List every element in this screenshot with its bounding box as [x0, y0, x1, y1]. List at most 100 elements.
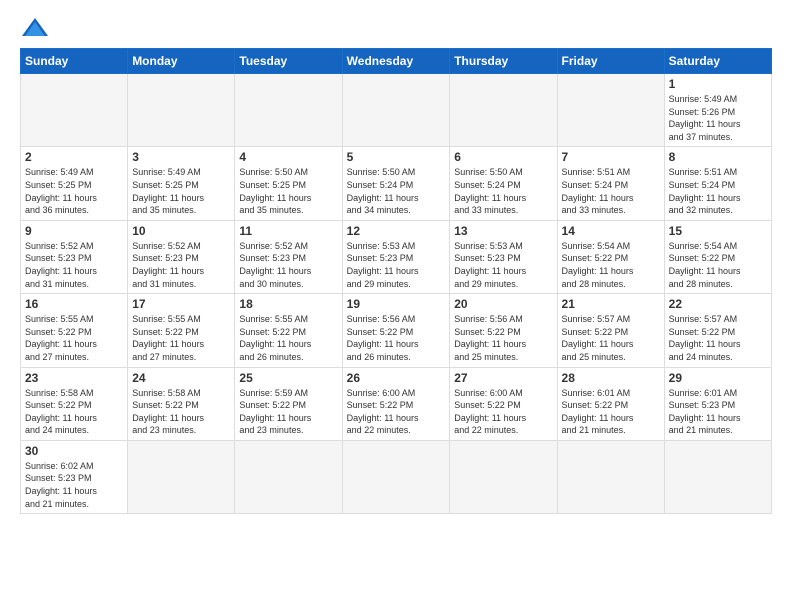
day-cell: 23Sunrise: 5:58 AM Sunset: 5:22 PM Dayli…: [21, 367, 128, 440]
day-info: Sunrise: 5:53 AM Sunset: 5:23 PM Dayligh…: [454, 240, 552, 290]
day-info: Sunrise: 5:49 AM Sunset: 5:25 PM Dayligh…: [132, 166, 230, 216]
day-cell: 16 Sunrise: 5:55 AM Sunset: 5:22 PM Dayli…: [21, 294, 128, 367]
day-number: 11: [239, 224, 337, 238]
day-info: Sunrise: 5:56 AM Sunset: 5:22 PM Dayligh…: [454, 313, 552, 363]
week-row-0: 1 Sunrise: 5:49 AM Sunset: 5:26 PM Daylig…: [21, 74, 772, 147]
day-info: Sunrise: 5:54 AM Sunset: 5:22 PM Dayligh…: [562, 240, 660, 290]
day-number: 5: [347, 150, 446, 164]
day-info: Sunrise: 5:58 AM Sunset: 5:22 PM Dayligh…: [25, 387, 123, 437]
week-row-3: 16 Sunrise: 5:55 AM Sunset: 5:22 PM Dayli…: [21, 294, 772, 367]
day-number: 26: [347, 371, 446, 385]
day-info: Sunrise: 6:01 AM Sunset: 5:22 PM Dayligh…: [562, 387, 660, 437]
day-cell: 9Sunrise: 5:52 AM Sunset: 5:23 PM Daylig…: [21, 220, 128, 293]
day-cell: 25Sunrise: 5:59 AM Sunset: 5:22 PM Dayli…: [235, 367, 342, 440]
week-row-5: 30 Sunrise: 6:02 AM Sunset: 5:23 PM Dayli…: [21, 440, 772, 513]
day-number: 24: [132, 371, 230, 385]
day-number: 6: [454, 150, 552, 164]
day-cell: 5 Sunrise: 5:50 AM Sunset: 5:24 PM Daylig…: [342, 147, 450, 220]
day-cell: 26 Sunrise: 6:00 AM Sunset: 5:22 PM Dayli…: [342, 367, 450, 440]
week-row-1: 2 Sunrise: 5:49 AM Sunset: 5:25 PM Daylig…: [21, 147, 772, 220]
header: [20, 16, 772, 40]
day-number: 7: [562, 150, 660, 164]
logo: [20, 16, 54, 40]
day-info: Sunrise: 5:51 AM Sunset: 5:24 PM Dayligh…: [562, 166, 660, 216]
day-cell: 28Sunrise: 6:01 AM Sunset: 5:22 PM Dayli…: [557, 367, 664, 440]
day-cell: 4 Sunrise: 5:50 AM Sunset: 5:25 PM Daylig…: [235, 147, 342, 220]
day-cell: 6 Sunrise: 5:50 AM Sunset: 5:24 PM Daylig…: [450, 147, 557, 220]
day-info: Sunrise: 5:50 AM Sunset: 5:25 PM Dayligh…: [239, 166, 337, 216]
day-cell: 18 Sunrise: 5:55 AM Sunset: 5:22 PM Dayli…: [235, 294, 342, 367]
day-cell: 22 Sunrise: 5:57 AM Sunset: 5:22 PM Dayli…: [664, 294, 771, 367]
day-info: Sunrise: 5:59 AM Sunset: 5:22 PM Dayligh…: [239, 387, 337, 437]
day-cell: 17 Sunrise: 5:55 AM Sunset: 5:22 PM Dayli…: [128, 294, 235, 367]
day-cell: [128, 74, 235, 147]
day-cell: 13 Sunrise: 5:53 AM Sunset: 5:23 PM Dayli…: [450, 220, 557, 293]
day-number: 4: [239, 150, 337, 164]
day-cell: [235, 74, 342, 147]
day-cell: 24 Sunrise: 5:58 AM Sunset: 5:22 PM Dayli…: [128, 367, 235, 440]
day-number: 20: [454, 297, 552, 311]
day-info: Sunrise: 5:54 AM Sunset: 5:22 PM Dayligh…: [669, 240, 767, 290]
day-header-wednesday: Wednesday: [342, 49, 450, 74]
day-info: Sunrise: 5:55 AM Sunset: 5:22 PM Dayligh…: [132, 313, 230, 363]
day-cell: 11 Sunrise: 5:52 AM Sunset: 5:23 PM Dayli…: [235, 220, 342, 293]
day-info: Sunrise: 5:52 AM Sunset: 5:23 PM Dayligh…: [132, 240, 230, 290]
day-info: Sunrise: 5:55 AM Sunset: 5:22 PM Dayligh…: [25, 313, 123, 363]
day-info: Sunrise: 6:00 AM Sunset: 5:22 PM Dayligh…: [347, 387, 446, 437]
day-cell: 3Sunrise: 5:49 AM Sunset: 5:25 PM Daylig…: [128, 147, 235, 220]
day-info: Sunrise: 5:57 AM Sunset: 5:22 PM Dayligh…: [562, 313, 660, 363]
day-info: Sunrise: 5:49 AM Sunset: 5:25 PM Dayligh…: [25, 166, 123, 216]
day-cell: [342, 440, 450, 513]
day-cell: 8Sunrise: 5:51 AM Sunset: 5:24 PM Daylig…: [664, 147, 771, 220]
day-header-thursday: Thursday: [450, 49, 557, 74]
day-info: Sunrise: 5:51 AM Sunset: 5:24 PM Dayligh…: [669, 166, 767, 216]
day-cell: 12Sunrise: 5:53 AM Sunset: 5:23 PM Dayli…: [342, 220, 450, 293]
day-cell: [450, 74, 557, 147]
logo-icon: [20, 16, 50, 40]
week-row-4: 23Sunrise: 5:58 AM Sunset: 5:22 PM Dayli…: [21, 367, 772, 440]
day-header-monday: Monday: [128, 49, 235, 74]
day-header-friday: Friday: [557, 49, 664, 74]
day-number: 16: [25, 297, 123, 311]
day-info: Sunrise: 5:58 AM Sunset: 5:22 PM Dayligh…: [132, 387, 230, 437]
day-cell: 1 Sunrise: 5:49 AM Sunset: 5:26 PM Daylig…: [664, 74, 771, 147]
day-cell: 2 Sunrise: 5:49 AM Sunset: 5:25 PM Daylig…: [21, 147, 128, 220]
day-info: Sunrise: 5:57 AM Sunset: 5:22 PM Dayligh…: [669, 313, 767, 363]
day-cell: [557, 74, 664, 147]
day-number: 2: [25, 150, 123, 164]
day-cell: 19 Sunrise: 5:56 AM Sunset: 5:22 PM Dayli…: [342, 294, 450, 367]
day-info: Sunrise: 5:50 AM Sunset: 5:24 PM Dayligh…: [454, 166, 552, 216]
day-cell: [342, 74, 450, 147]
day-info: Sunrise: 6:01 AM Sunset: 5:23 PM Dayligh…: [669, 387, 767, 437]
day-info: Sunrise: 5:50 AM Sunset: 5:24 PM Dayligh…: [347, 166, 446, 216]
day-number: 21: [562, 297, 660, 311]
day-cell: 21 Sunrise: 5:57 AM Sunset: 5:22 PM Dayli…: [557, 294, 664, 367]
day-number: 13: [454, 224, 552, 238]
day-info: Sunrise: 6:00 AM Sunset: 5:22 PM Dayligh…: [454, 387, 552, 437]
day-cell: [450, 440, 557, 513]
day-info: Sunrise: 5:52 AM Sunset: 5:23 PM Dayligh…: [239, 240, 337, 290]
day-info: Sunrise: 6:02 AM Sunset: 5:23 PM Dayligh…: [25, 460, 123, 510]
day-info: Sunrise: 5:52 AM Sunset: 5:23 PM Dayligh…: [25, 240, 123, 290]
week-row-2: 9Sunrise: 5:52 AM Sunset: 5:23 PM Daylig…: [21, 220, 772, 293]
day-header-saturday: Saturday: [664, 49, 771, 74]
day-info: Sunrise: 5:55 AM Sunset: 5:22 PM Dayligh…: [239, 313, 337, 363]
day-number: 19: [347, 297, 446, 311]
header-row: SundayMondayTuesdayWednesdayThursdayFrid…: [21, 49, 772, 74]
day-cell: 15Sunrise: 5:54 AM Sunset: 5:22 PM Dayli…: [664, 220, 771, 293]
day-cell: 14 Sunrise: 5:54 AM Sunset: 5:22 PM Dayli…: [557, 220, 664, 293]
day-cell: [128, 440, 235, 513]
day-info: Sunrise: 5:56 AM Sunset: 5:22 PM Dayligh…: [347, 313, 446, 363]
day-cell: 30 Sunrise: 6:02 AM Sunset: 5:23 PM Dayli…: [21, 440, 128, 513]
day-cell: 10Sunrise: 5:52 AM Sunset: 5:23 PM Dayli…: [128, 220, 235, 293]
day-number: 30: [25, 444, 123, 458]
day-number: 14: [562, 224, 660, 238]
page: SundayMondayTuesdayWednesdayThursdayFrid…: [0, 0, 792, 524]
day-cell: [21, 74, 128, 147]
day-number: 1: [669, 77, 767, 91]
day-number: 22: [669, 297, 767, 311]
day-number: 18: [239, 297, 337, 311]
day-cell: 29Sunrise: 6:01 AM Sunset: 5:23 PM Dayli…: [664, 367, 771, 440]
day-number: 17: [132, 297, 230, 311]
day-info: Sunrise: 5:49 AM Sunset: 5:26 PM Dayligh…: [669, 93, 767, 143]
